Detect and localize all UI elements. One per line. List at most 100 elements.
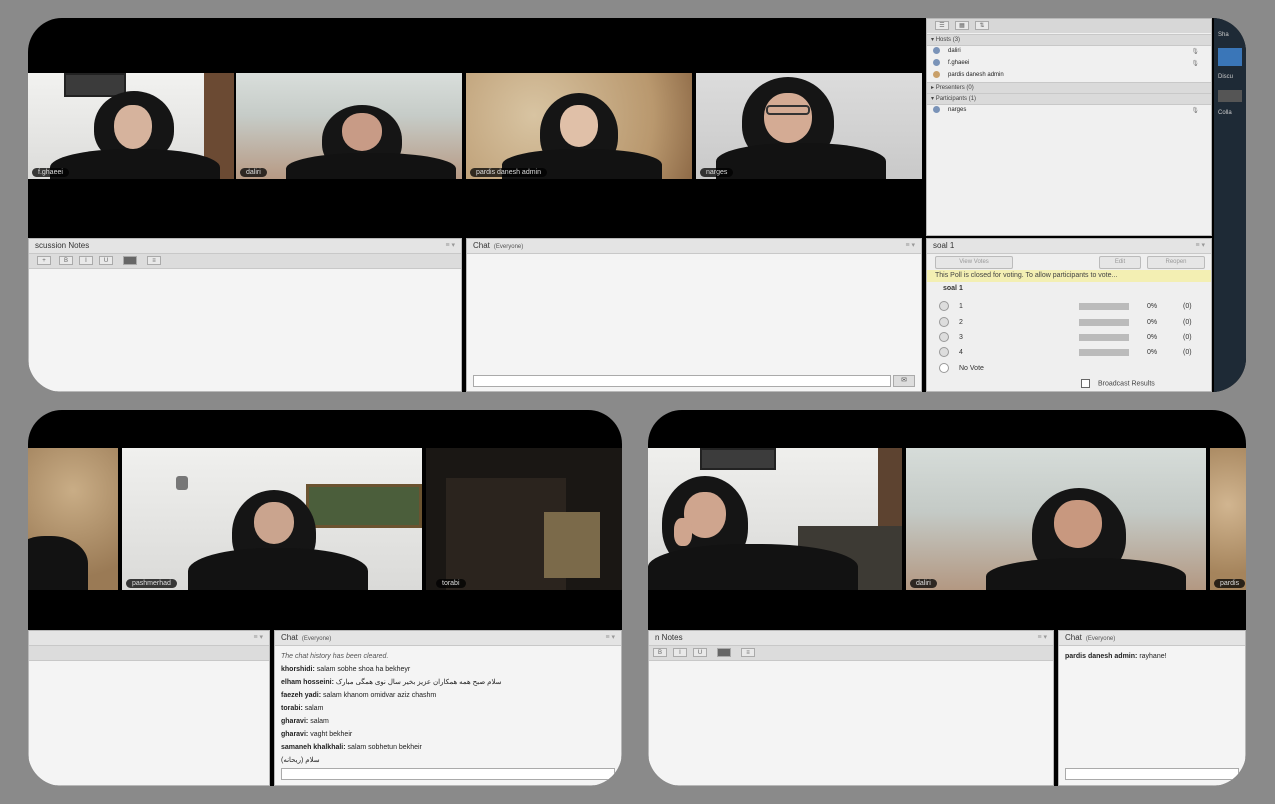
underline-icon[interactable]: U xyxy=(693,648,707,657)
radio-icon[interactable] xyxy=(939,363,949,374)
bold-icon[interactable]: B xyxy=(653,648,667,657)
video-feed[interactable]: torabi xyxy=(426,448,622,590)
notes-title: scussion Notes xyxy=(35,241,90,250)
color-icon[interactable] xyxy=(123,256,137,265)
users-toolbar: ☰ ▦ ⇅ xyxy=(927,19,1211,33)
share-pod-label[interactable]: Sha xyxy=(1218,32,1229,38)
pane-title: scussion Notes ≡ ▾ xyxy=(29,239,461,254)
video-name-tag: daliri xyxy=(910,579,937,588)
edit-poll-button[interactable]: Edit xyxy=(1099,256,1141,269)
option-count: (0) xyxy=(1183,303,1192,310)
chat-message: khorshidi: salam sobhe shoa ha bekheyr xyxy=(281,663,615,676)
result-bar xyxy=(1079,303,1129,310)
mic-icon[interactable]: 🎙 xyxy=(1191,106,1199,116)
user-row[interactable]: daliri 🎙 xyxy=(933,46,1205,56)
user-row[interactable]: pardis danesh admin xyxy=(933,70,1205,80)
curtain xyxy=(544,512,600,578)
participants-section-header[interactable]: ▾ Participants (1) xyxy=(927,93,1211,105)
broadcast-results[interactable]: Broadcast Results xyxy=(1081,379,1155,388)
notes-pane: ≡ ▾ xyxy=(28,630,270,786)
video-feed[interactable] xyxy=(28,448,118,590)
video-name-tag: narges xyxy=(700,168,734,177)
poll-no-vote[interactable]: No Vote xyxy=(939,363,1197,375)
discussion-pod-icon[interactable] xyxy=(1218,90,1242,102)
chat-message: torabi: salam xyxy=(281,702,615,715)
video-feed[interactable]: daliri xyxy=(906,448,1206,590)
checkbox-icon[interactable] xyxy=(1081,379,1090,388)
italic-icon[interactable]: I xyxy=(79,256,93,265)
bold-icon[interactable]: B xyxy=(59,256,73,265)
chat-cleared-notice: The chat history has been cleared. xyxy=(281,653,389,660)
chat-input[interactable] xyxy=(281,768,615,780)
grid-view-icon[interactable]: ▦ xyxy=(955,21,969,30)
pane-menu-icon[interactable]: ≡ ▾ xyxy=(1195,239,1205,253)
pane-menu-icon[interactable]: ≡ ▾ xyxy=(605,631,615,645)
radio-icon[interactable] xyxy=(939,347,949,358)
user-icon xyxy=(933,105,940,113)
video-feed[interactable]: f.ghaeei xyxy=(28,73,234,179)
list-icon[interactable]: ≡ xyxy=(741,648,755,657)
view-votes-button[interactable]: View Votes xyxy=(935,256,1013,269)
italic-icon[interactable]: I xyxy=(673,648,687,657)
font-size-icon[interactable]: + xyxy=(37,256,51,265)
pane-menu-icon[interactable]: ≡ ▾ xyxy=(253,631,263,645)
video-name-tag: daliri xyxy=(240,168,267,177)
notes-body[interactable] xyxy=(29,269,461,391)
underline-icon[interactable]: U xyxy=(99,256,113,265)
video-feed[interactable] xyxy=(648,448,902,590)
list-view-icon[interactable]: ☰ xyxy=(935,21,949,30)
poll-option[interactable]: 3 0% (0) xyxy=(939,332,1197,344)
share-pod-icon[interactable] xyxy=(1218,48,1242,66)
video-feed[interactable]: daliri xyxy=(236,73,462,179)
pane-title: n Notes ≡ ▾ xyxy=(649,631,1053,646)
video-feed[interactable]: narges xyxy=(696,73,922,179)
notes-pane: n Notes ≡ ▾ B I U ≡ xyxy=(648,630,1054,786)
radio-icon[interactable] xyxy=(939,332,949,343)
user-row[interactable]: f.ghaeei 🎙 xyxy=(933,58,1205,68)
option-label: 4 xyxy=(959,349,963,356)
user-name: daliri xyxy=(948,48,961,54)
list-icon[interactable]: ≡ xyxy=(147,256,161,265)
notes-body[interactable] xyxy=(29,661,269,785)
poll-option[interactable]: 2 0% (0) xyxy=(939,317,1197,329)
collaboration-pod-label[interactable]: Colla xyxy=(1218,110,1232,116)
chat-pane: Chat (Everyone) pardis danesh admin: rayh… xyxy=(1058,630,1246,786)
poll-option[interactable]: 1 0% (0) xyxy=(939,301,1197,313)
notes-toolbar: + B I U ≡ xyxy=(29,254,461,269)
notes-body[interactable] xyxy=(649,661,1053,785)
hosts-section-header[interactable]: ▾ Hosts (3) xyxy=(927,34,1211,46)
chat-message: faezeh yadi: salam khanom omidvar aziz c… xyxy=(281,689,615,702)
user-row[interactable]: narges 🎙 xyxy=(933,105,1205,115)
pane-menu-icon[interactable]: ≡ ▾ xyxy=(445,239,455,253)
reopen-poll-button[interactable]: Reopen xyxy=(1147,256,1205,269)
message-user: gharavi: xyxy=(281,718,309,725)
message-user: faezeh yadi: xyxy=(281,692,322,699)
bottom-right-screenshot: daliri pardis n Notes ≡ ▾ B I U ≡ Chat (Ev… xyxy=(648,410,1246,786)
sort-icon[interactable]: ⇅ xyxy=(975,21,989,30)
radio-icon[interactable] xyxy=(939,301,949,312)
pane-menu-icon[interactable]: ≡ ▾ xyxy=(1037,631,1047,645)
result-bar xyxy=(1079,319,1129,326)
option-percent: 0% xyxy=(1147,319,1158,326)
mic-icon[interactable]: 🎙 xyxy=(1191,59,1199,69)
radio-icon[interactable] xyxy=(939,317,949,328)
user-name: f.ghaeei xyxy=(948,60,970,66)
video-feed[interactable]: pashmerhad xyxy=(122,448,422,590)
pane-menu-icon[interactable]: ≡ ▾ xyxy=(905,239,915,253)
chat-input[interactable] xyxy=(473,375,891,387)
poll-option[interactable]: 4 0% (0) xyxy=(939,347,1197,359)
pane-title: Chat (Everyone) xyxy=(1059,631,1245,646)
chat-title: Chat xyxy=(281,633,298,642)
mic-icon[interactable]: 🎙 xyxy=(1191,47,1199,57)
discussion-pod-label[interactable]: Discu xyxy=(1218,74,1233,80)
chat-title: Chat xyxy=(473,241,490,250)
message-text: salam khanom omidvar aziz chashm xyxy=(323,692,437,699)
video-feed[interactable]: pardis xyxy=(1210,448,1246,590)
video-feed[interactable]: pardis danesh admin xyxy=(466,73,692,179)
chat-history: The chat history has been cleared. khors… xyxy=(275,646,621,785)
message-user: pardis danesh admin: xyxy=(1065,653,1138,660)
send-message-icon[interactable]: ✉ xyxy=(893,375,915,387)
chat-input[interactable] xyxy=(1065,768,1239,780)
no-vote-label: No Vote xyxy=(959,365,984,372)
color-icon[interactable] xyxy=(717,648,731,657)
